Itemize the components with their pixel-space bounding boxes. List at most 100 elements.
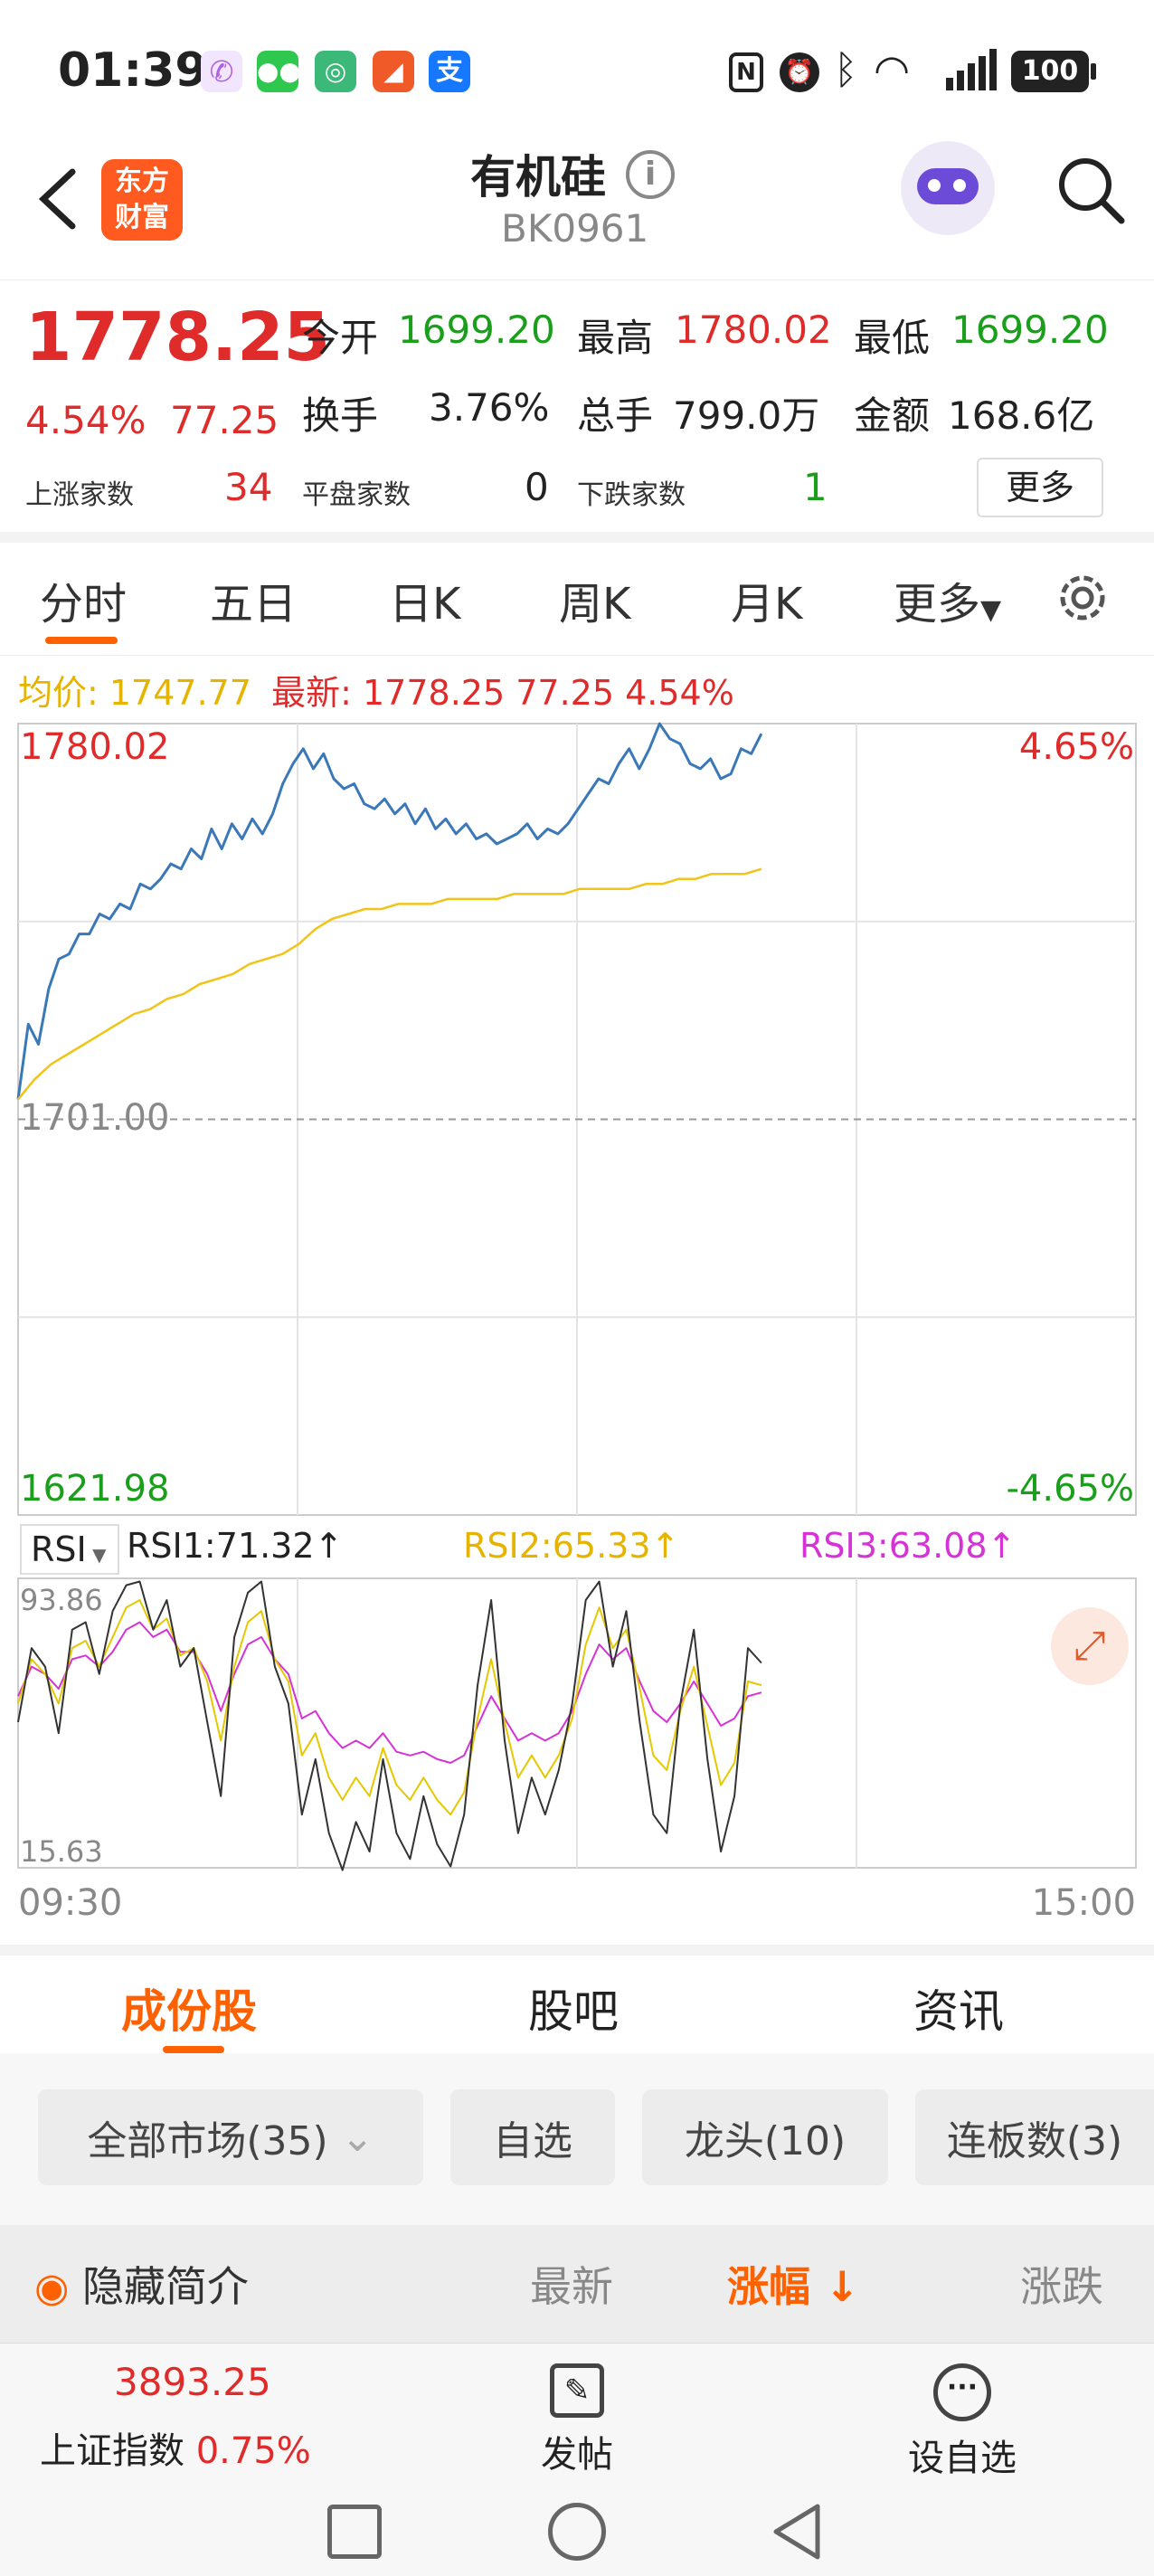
list-header: ◉ 隐藏简介 最新 涨幅 ↓ 涨跌 bbox=[0, 2225, 1154, 2343]
rsi1-line bbox=[17, 1580, 762, 1871]
more-stats-button[interactable]: 更多 bbox=[977, 458, 1103, 517]
rsi3-legend: RSI3:63.08↑ bbox=[799, 1526, 1017, 1566]
top-nav: 东方 财富 有机硅 i BK0961 bbox=[0, 136, 1154, 280]
pct-axis-bottom: -4.65% bbox=[1006, 1468, 1134, 1510]
pct-axis-top: 4.65% bbox=[1018, 726, 1134, 768]
battery-icon: 100 bbox=[1011, 51, 1089, 92]
tab-forum[interactable]: 股吧 bbox=[528, 1975, 619, 2041]
page-title: 有机硅 bbox=[470, 151, 606, 204]
low-value: 1699.20 bbox=[951, 308, 1109, 352]
open-value: 1699.20 bbox=[398, 308, 555, 352]
filter-watchlist[interactable]: 自选 bbox=[450, 2089, 615, 2185]
tab-five-day[interactable]: 五日 bbox=[210, 568, 297, 631]
system-recents-button[interactable] bbox=[327, 2505, 382, 2559]
robot-assistant-icon[interactable] bbox=[901, 141, 995, 235]
filter-all-markets-label: 全部市场(35) bbox=[87, 2118, 328, 2164]
dropdown-arrow-icon: ▼ bbox=[980, 594, 1002, 626]
advancers-label: 上涨家数 bbox=[25, 479, 134, 511]
charts-svg bbox=[16, 722, 1137, 1871]
back-button[interactable] bbox=[31, 163, 85, 235]
hide-intro-toggle[interactable]: ◉ 隐藏简介 bbox=[34, 2254, 249, 2314]
hide-intro-label: 隐藏简介 bbox=[82, 2262, 250, 2311]
signal-app-notification-icon: ◎ bbox=[315, 51, 356, 92]
time-axis-start: 09:30 bbox=[18, 1882, 123, 1924]
unchanged-count: 0 bbox=[525, 465, 549, 509]
tab-day-k[interactable]: 日K bbox=[389, 568, 460, 631]
filter-limit-up[interactable]: 连板数(3) bbox=[915, 2089, 1154, 2185]
filter-leaders[interactable]: 龙头(10) bbox=[642, 2089, 888, 2185]
expand-icon[interactable]: ⤢ bbox=[1051, 1607, 1129, 1685]
price-axis-top: 1780.02 bbox=[20, 726, 170, 768]
price-axis-baseline: 1701.00 bbox=[20, 1097, 170, 1139]
edit-icon: ✎ bbox=[550, 2363, 604, 2418]
avg-price-line bbox=[17, 867, 762, 1101]
wifi-icon: ◠ bbox=[874, 45, 911, 94]
column-change-pct[interactable]: 涨幅 ↓ bbox=[727, 2254, 860, 2314]
app-logo[interactable]: 东方 财富 bbox=[101, 159, 183, 241]
search-icon[interactable] bbox=[1055, 154, 1127, 226]
bottom-bar: 3893.25 上证指数 0.75% ✎ 发帖 ··· 设自选 bbox=[0, 2343, 1154, 2576]
back-arrow-icon bbox=[38, 168, 76, 230]
active-tab-indicator bbox=[45, 637, 118, 644]
current-price: 1778.25 bbox=[25, 298, 331, 376]
index-name: 上证指数 bbox=[40, 2430, 184, 2472]
index-info[interactable]: 上证指数 0.75% bbox=[40, 2421, 311, 2474]
settings-gear-icon[interactable] bbox=[1051, 566, 1114, 630]
logo-text-line2: 财富 bbox=[115, 202, 169, 233]
turnover-label: 换手 bbox=[302, 393, 379, 438]
rsi2-line bbox=[17, 1599, 762, 1816]
amount-label: 金额 bbox=[854, 393, 931, 438]
system-home-button[interactable] bbox=[548, 2503, 606, 2561]
nfc-icon: N bbox=[729, 52, 763, 92]
column-latest[interactable]: 最新 bbox=[530, 2254, 613, 2314]
tab-news[interactable]: 资讯 bbox=[913, 1975, 1004, 2041]
time-axis-end: 15:00 bbox=[1031, 1882, 1136, 1924]
chevron-down-icon: ⌄ bbox=[340, 2114, 374, 2161]
status-bar: 01:39 ✆ ●● ◎ ◢ 支 N ⏰ ᛒ ◠ 100 bbox=[0, 0, 1154, 136]
chart-area: 均价: 1747.77 最新: 1778.25 77.25 4.54% 1780… bbox=[0, 656, 1154, 1940]
column-change-pct-label: 涨幅 bbox=[727, 2262, 810, 2311]
info-icon[interactable]: i bbox=[626, 150, 675, 199]
column-change[interactable]: 涨跌 bbox=[1020, 2254, 1103, 2314]
high-label: 最高 bbox=[577, 316, 654, 360]
chart-period-tabs: 分时 五日 日K 周K 月K 更多▼ bbox=[0, 543, 1154, 656]
rsi1-legend: RSI1:71.32↑ bbox=[127, 1526, 344, 1566]
volume-value: 799.0万 bbox=[673, 393, 820, 438]
alarm-icon: ⏰ bbox=[780, 52, 819, 92]
open-label: 今开 bbox=[302, 316, 379, 360]
tab-intraday[interactable]: 分时 bbox=[40, 568, 127, 631]
app-notification-icon: ◢ bbox=[373, 51, 414, 92]
index-pct: 0.75% bbox=[195, 2430, 311, 2472]
filter-bar: 全部市场(35) ⌄ 自选 龙头(10) 连板数(3) bbox=[0, 2053, 1154, 2225]
tab-more[interactable]: 更多▼ bbox=[894, 568, 1001, 631]
low-label: 最低 bbox=[854, 316, 931, 360]
quote-panel: 1778.25 4.54% 77.25 今开 1699.20 最高 1780.0… bbox=[0, 280, 1154, 543]
post-button[interactable]: ✎ 发帖 bbox=[532, 2363, 622, 2481]
more-dots-icon: ··· bbox=[933, 2363, 991, 2421]
decliners-count: 1 bbox=[803, 465, 828, 509]
post-label: 发帖 bbox=[541, 2434, 613, 2476]
dropdown-arrow-icon: ▼ bbox=[86, 1544, 107, 1566]
add-watchlist-button[interactable]: ··· 设自选 bbox=[899, 2363, 1026, 2481]
wechat-notification-icon: ●● bbox=[257, 51, 301, 92]
logo-text-line1: 东方 bbox=[115, 166, 169, 197]
rsi2-legend: RSI2:65.33↑ bbox=[463, 1526, 680, 1566]
advancers-count: 34 bbox=[224, 465, 273, 509]
rsi-selector[interactable]: RSI ▼ bbox=[20, 1524, 119, 1575]
add-watchlist-label: 设自选 bbox=[908, 2438, 1017, 2479]
turnover-value: 3.76% bbox=[429, 385, 550, 430]
tab-month-k[interactable]: 月K bbox=[731, 568, 802, 631]
eye-icon: ◉ bbox=[34, 2265, 70, 2311]
battery-tip bbox=[1091, 63, 1096, 80]
index-value[interactable]: 3893.25 bbox=[114, 2360, 271, 2404]
cellular-signal-icon bbox=[946, 49, 997, 90]
rsi-axis-bottom: 15.63 bbox=[20, 1834, 103, 1869]
price-line bbox=[16, 722, 763, 1100]
rsi-selector-label: RSI bbox=[31, 1530, 87, 1569]
system-back-button[interactable] bbox=[769, 2503, 823, 2561]
filter-all-markets[interactable]: 全部市场(35) ⌄ bbox=[38, 2089, 423, 2185]
phone-notification-icon: ✆ bbox=[201, 51, 242, 92]
sector-code: BK0961 bbox=[501, 206, 649, 251]
tab-week-k[interactable]: 周K bbox=[559, 568, 630, 631]
tab-components[interactable]: 成份股 bbox=[121, 1975, 257, 2041]
